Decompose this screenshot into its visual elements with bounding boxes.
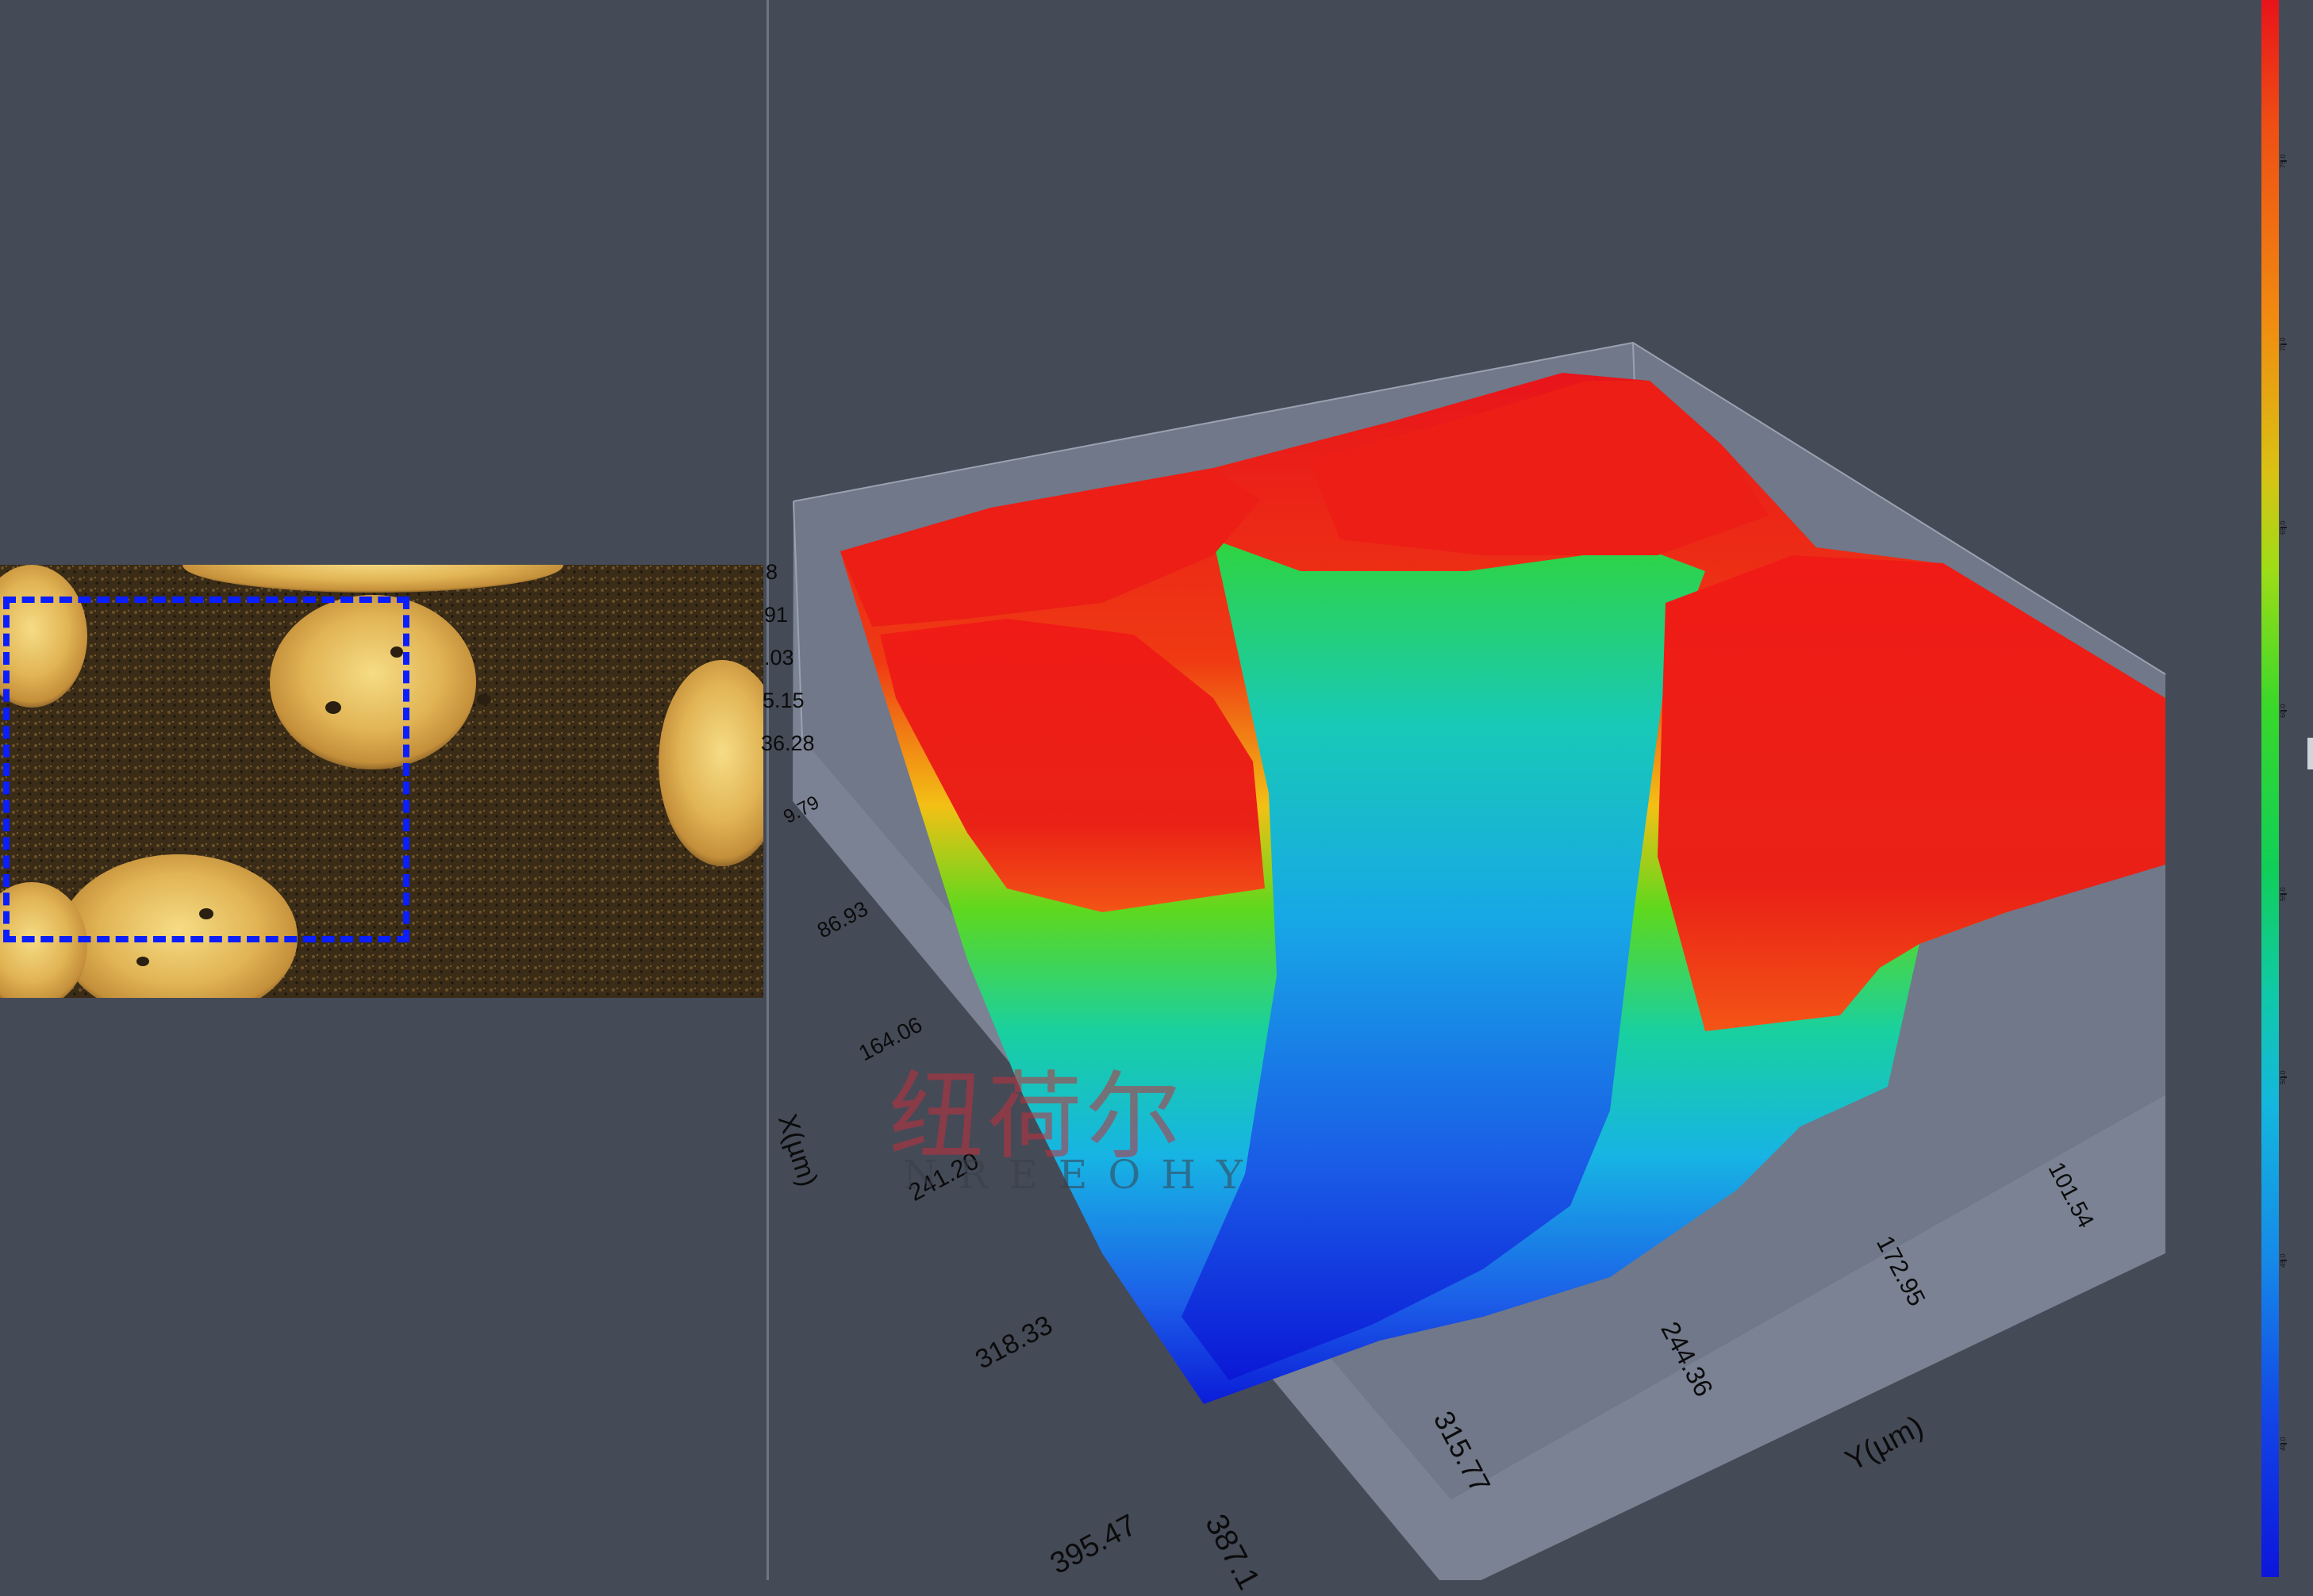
micrograph-image[interactable] (0, 565, 763, 998)
colorbar-label: 45.0 (2279, 1253, 2287, 1268)
colorbar-label: 75.0 (2279, 154, 2287, 168)
left-panel (0, 0, 767, 1580)
z-tick-label: 8 (766, 560, 778, 584)
colorbar-label: 65.0 (2279, 520, 2287, 535)
colorbar-label: 60.0 (2279, 704, 2287, 718)
colorbar-handle[interactable] (2307, 738, 2313, 769)
z-tick-label: 91 (764, 603, 789, 627)
colorbar-label: 55.0 (2279, 887, 2287, 901)
z-tick-label: 5.15 (763, 689, 805, 712)
brand-watermark: 纽荷尔 NREEOHY (889, 1039, 1243, 1198)
z-tick-label: 36.28 (761, 731, 815, 755)
z-tick-label: .03 (764, 646, 794, 669)
color-scale-bar[interactable] (2261, 0, 2279, 1577)
colorbar-label: 70.0 (2279, 337, 2287, 351)
colorbar-label: 40.0 (2279, 1437, 2287, 1451)
colorbar-label: 50.0 (2279, 1070, 2287, 1084)
roi-selection-box[interactable] (3, 597, 409, 942)
watermark-en: NREEOHY (903, 1152, 1263, 1198)
plot-3d-viewport[interactable]: 8 91 .03 5.15 36.28 9.79 86.93 164.06 24… (761, 0, 2313, 1595)
